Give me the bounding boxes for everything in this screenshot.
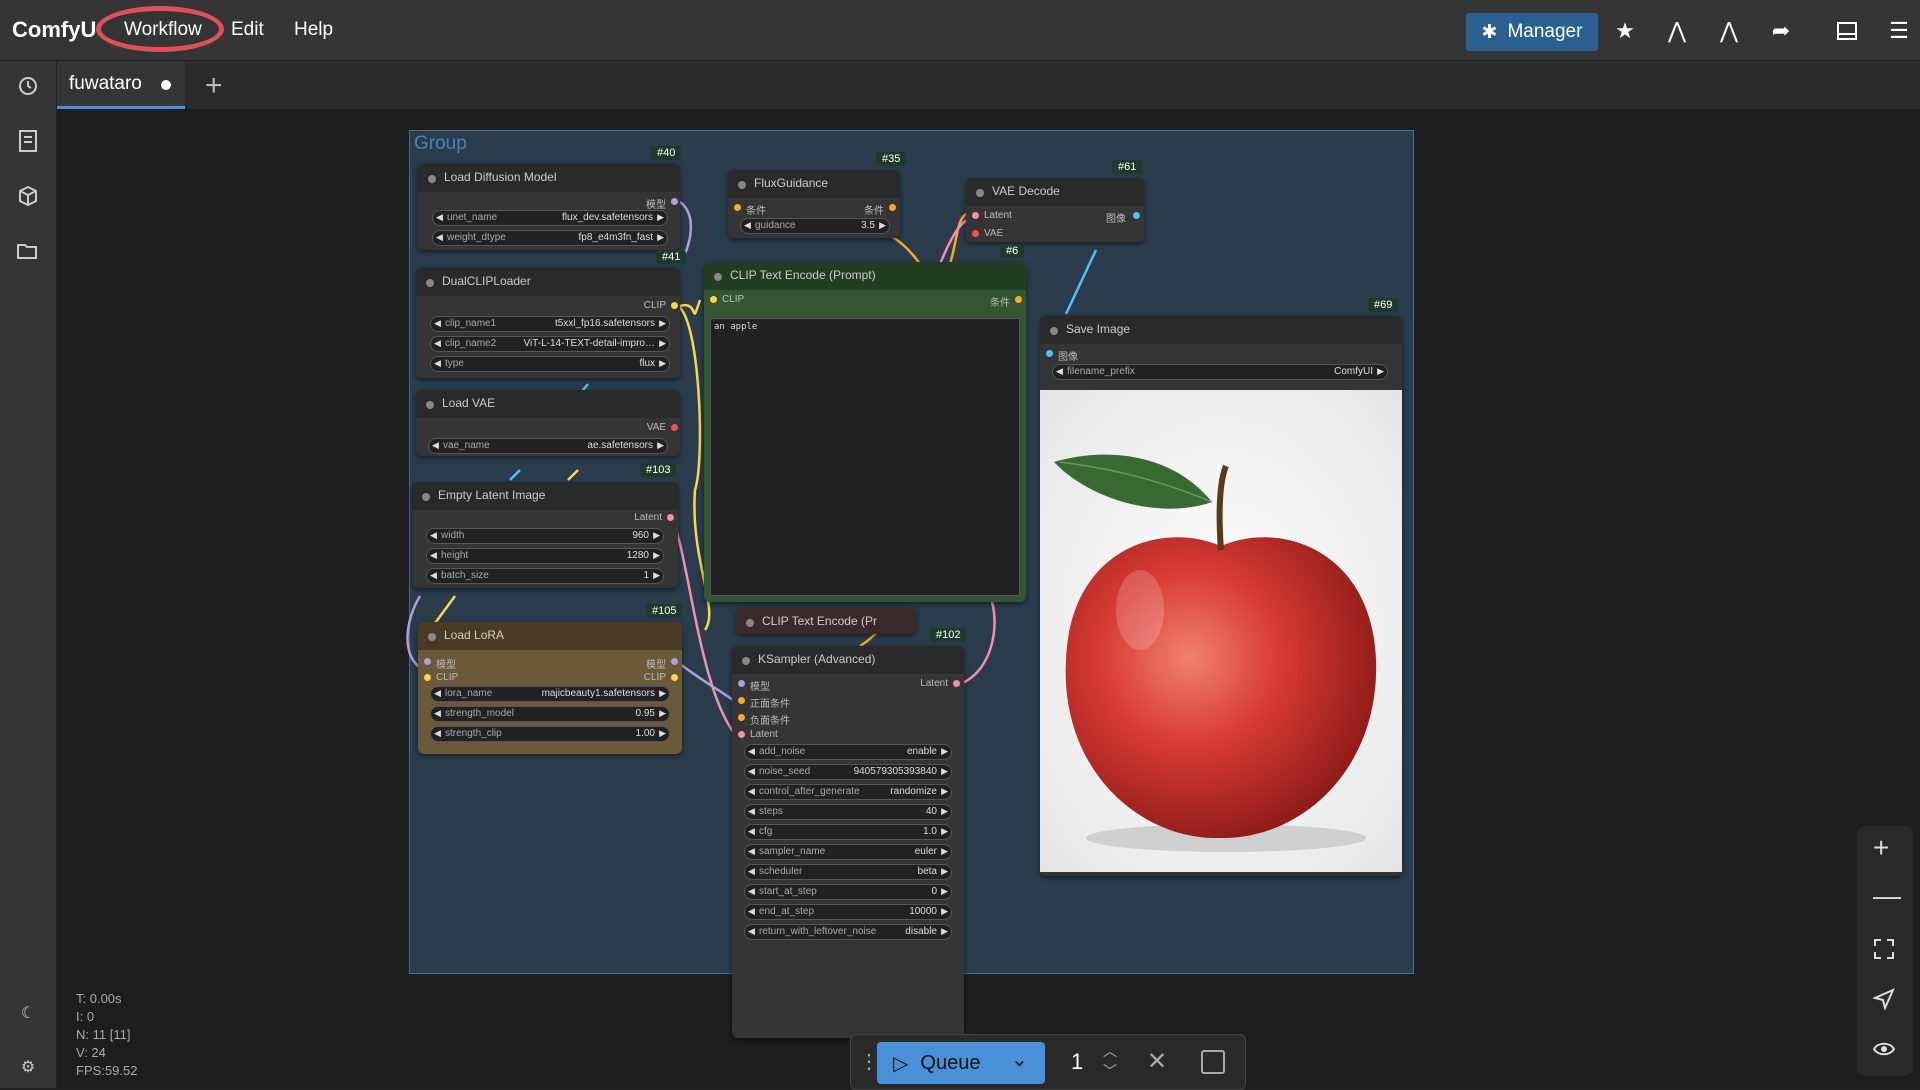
node-id-badge: #40 [651,146,682,160]
node-load-vae[interactable]: Load VAE VAE vae_nameae.safetensors [416,390,680,456]
input-slot-dot[interactable] [734,204,741,211]
input-slot-dot[interactable] [972,230,979,237]
node-save-image[interactable]: Save Image 图像 filename_prefixComfyUI [1040,316,1402,876]
output-slot-dot[interactable] [671,424,678,431]
node-id-badge: #105 [646,604,683,618]
queue-action-bar: ⋮ ▷ Queue ⌄ 1 ︿ ﹀ ✕ [850,1034,1246,1090]
node-id-badge: #41 [656,250,687,264]
visibility-eye-icon[interactable] [1872,1038,1896,1060]
widget-cfg[interactable]: cfg1.0 [744,824,952,840]
node-flux-guidance[interactable]: FluxGuidance 条件 条件 guidance3.5 [728,170,900,238]
widget-start-at-step[interactable]: start_at_step0 [744,884,952,900]
widget-add-noise[interactable]: add_noiseenable [744,744,952,760]
widget-noise-seed[interactable]: noise_seed940579305393840 [744,764,952,780]
drag-handle-icon[interactable]: ⋮ [859,1049,879,1074]
widget-type[interactable]: typeflux [430,356,670,372]
widget-unet-name[interactable]: unet_nameflux_dev.safetensors [432,210,668,226]
widget-height[interactable]: height1280 [426,548,664,564]
widget-return-with-leftover-noise[interactable]: return_with_leftover_noisedisable [744,924,952,940]
canvas-controls: + — [1857,826,1913,1076]
widget-sampler-name[interactable]: sampler_nameeuler [744,844,952,860]
widget-batch-size[interactable]: batch_size1 [426,568,664,584]
output-slot-dot[interactable] [1015,296,1022,303]
widget-filename-prefix[interactable]: filename_prefixComfyUI [1052,364,1388,380]
widget-weight-dtype[interactable]: weight_dtypefp8_e4m3fn_fast [432,230,668,246]
widget-end-at-step[interactable]: end_at_step10000 [744,904,952,920]
widget-width[interactable]: width960 [426,528,664,544]
input-slot-dot[interactable] [710,296,717,303]
input-slot-dot[interactable] [738,680,745,687]
output-slot-dot[interactable] [667,514,674,521]
widget-strength-clip[interactable]: strength_clip1.00 [430,726,670,742]
input-slot-dot[interactable] [424,674,431,681]
output-slot-dot[interactable] [889,204,896,211]
widget-vae-name[interactable]: vae_nameae.safetensors [428,438,668,454]
input-slot-dot[interactable] [738,731,745,738]
queue-mode-chevron-icon[interactable]: ⌄ [1011,1047,1028,1072]
prompt-textarea[interactable]: an apple [710,318,1020,596]
stop-square-icon[interactable] [1201,1050,1225,1074]
apple-image [1040,390,1402,872]
node-load-diffusion-model[interactable]: Load Diffusion Model 模型 unet_nameflux_de… [418,164,680,250]
input-slot-dot[interactable] [738,714,745,721]
output-slot-dot[interactable] [671,674,678,681]
widget-steps[interactable]: steps40 [744,804,952,820]
widget-clip-name1[interactable]: clip_name1t5xxl_fp16.safetensors [430,316,670,332]
decrement-icon[interactable]: ﹀ [1103,1061,1117,1081]
increment-icon[interactable]: ︿ [1103,1041,1117,1061]
node-empty-latent-image[interactable]: Empty Latent Image Latent width960 heigh… [412,482,678,588]
node-load-lora[interactable]: Load LoRA 模型 CLIP 模型 CLIP lora_namemajic… [418,622,682,754]
node-id-badge: #102 [930,628,967,642]
output-slot-dot[interactable] [953,680,960,687]
widget-lora-name[interactable]: lora_namemajicbeauty1.safetensors [430,686,670,702]
node-id-badge: #35 [876,152,907,166]
render-stats: T: 0.00s I: 0 N: 11 [11] V: 24 FPS:59.52 [76,991,138,1078]
cancel-x-icon[interactable]: ✕ [1147,1047,1167,1076]
node-id-badge: #69 [1368,298,1399,312]
input-slot-dot[interactable] [1046,350,1053,357]
select-mode-icon[interactable] [1871,988,1895,1012]
node-id-badge: #103 [640,463,677,477]
zoom-out-icon[interactable]: — [1873,880,1901,912]
widget-scheduler[interactable]: schedulerbeta [744,864,952,880]
fit-view-icon[interactable] [1873,938,1895,960]
widget-control-after-generate[interactable]: control_after_generaterandomize [744,784,952,800]
input-slot-dot[interactable] [738,697,745,704]
widget-guidance[interactable]: guidance3.5 [740,218,890,234]
node-clip-text-encode[interactable]: CLIP Text Encode (Prompt) CLIP 条件 an app… [704,262,1026,602]
input-slot-dot[interactable] [424,658,431,665]
zoom-in-icon[interactable]: + [1873,832,1889,864]
node-ksampler-advanced[interactable]: KSampler (Advanced) 模型 正面条件 负面条件 Latent … [732,646,964,1038]
node-clip-text-encode-collapsed[interactable]: CLIP Text Encode (Pr [736,608,916,634]
output-slot-dot[interactable] [671,658,678,665]
widget-strength-model[interactable]: strength_model0.95 [430,706,670,722]
play-icon: ▷ [893,1052,909,1075]
output-slot-dot[interactable] [671,198,678,205]
node-id-badge: #61 [1112,160,1143,174]
input-slot-dot[interactable] [972,212,979,219]
node-id-badge: #6 [1000,244,1025,258]
output-image-preview[interactable] [1040,390,1402,872]
node-vae-decode[interactable]: VAE Decode Latent VAE 图像 [966,178,1144,242]
widget-clip-name2[interactable]: clip_name2ViT-L-14-TEXT-detail-impro… [430,336,670,352]
output-slot-dot[interactable] [1133,212,1140,219]
batch-count-input[interactable]: 1 [1071,1049,1083,1075]
node-dual-clip-loader[interactable]: DualCLIPLoader CLIP clip_name1t5xxl_fp16… [416,268,680,378]
output-slot-dot[interactable] [671,302,678,309]
